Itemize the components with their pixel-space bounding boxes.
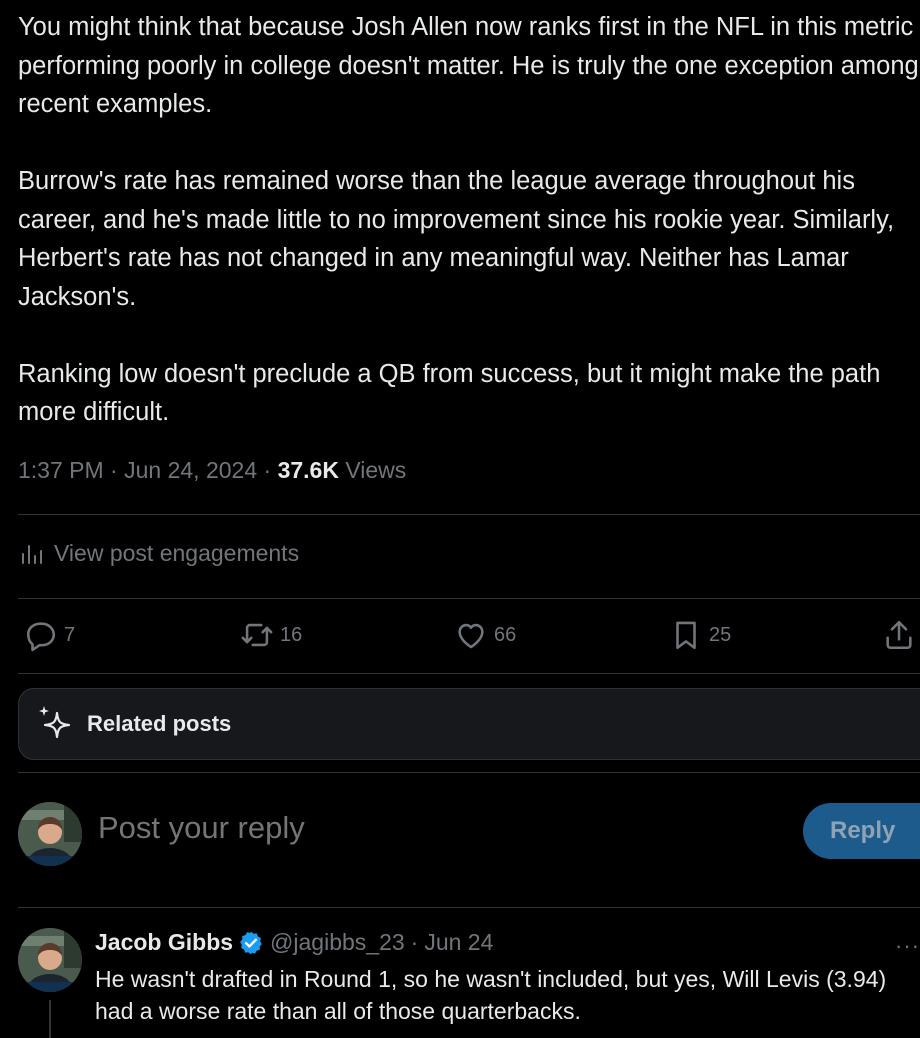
related-posts-button[interactable]: Related posts — [18, 688, 920, 760]
post-paragraph: You might think that because Josh Allen … — [18, 13, 919, 118]
divider — [18, 598, 920, 599]
reply-action-button[interactable]: 7 — [24, 618, 75, 652]
avatar[interactable] — [18, 802, 82, 866]
view-engagements-label: View post engagements — [54, 540, 300, 566]
reply-input[interactable] — [98, 810, 658, 846]
repost-action-button[interactable]: 16 — [240, 618, 302, 652]
bookmark-count: 25 — [709, 623, 732, 646]
share-icon — [886, 620, 912, 650]
reply-text: He wasn't drafted in Round 1, so he wasn… — [95, 966, 887, 1024]
reply-author-name[interactable]: Jacob Gibbs — [95, 929, 233, 956]
more-options-icon[interactable]: ··· — [895, 933, 920, 959]
post-paragraph: Ranking low doesn't preclude a QB from s… — [18, 359, 881, 427]
post-time[interactable]: 1:37 PM — [18, 457, 104, 483]
divider — [18, 673, 920, 674]
view-engagements-link[interactable]: View post engagements — [20, 540, 299, 567]
post-paragraph: Burrow's rate has remained worse than th… — [18, 167, 895, 311]
reply-author-avatar[interactable] — [18, 928, 82, 992]
heart-icon — [458, 623, 484, 649]
post-metadata: 1:37 PM · Jun 24, 2024 · 37.6K Views — [18, 457, 407, 483]
views-count: 37.6K — [277, 457, 339, 483]
reply-separator: · — [410, 929, 419, 955]
post-text: You might think that because Josh Allen … — [18, 8, 920, 432]
bar-chart-icon — [22, 544, 42, 564]
reply-icon — [26, 622, 56, 652]
related-posts-label: Related posts — [87, 711, 232, 736]
like-count: 66 — [494, 623, 517, 646]
bookmark-action-button[interactable]: 25 — [669, 618, 731, 652]
reply-date[interactable]: Jun 24 — [424, 929, 493, 956]
verified-badge-icon — [240, 931, 262, 954]
repost-count: 16 — [280, 623, 303, 646]
thread-line — [49, 1000, 51, 1038]
reply-header: Jacob Gibbs @jagibbs_23 · Jun 24 — [95, 929, 493, 956]
divider — [18, 907, 920, 908]
bookmark-icon — [676, 621, 696, 650]
share-action-button[interactable] — [882, 618, 916, 652]
reply-author-handle[interactable]: @jagibbs_23 — [270, 929, 405, 956]
divider — [18, 772, 920, 773]
views-label: Views — [345, 457, 407, 483]
action-bar: 7 16 66 25 — [24, 618, 920, 658]
post-date[interactable]: Jun 24, 2024 — [124, 457, 257, 483]
reply-button[interactable]: Reply — [803, 803, 920, 859]
reply-count: 7 — [64, 623, 76, 646]
like-action-button[interactable]: 66 — [454, 618, 516, 652]
divider — [18, 514, 920, 515]
repost-icon — [241, 623, 273, 647]
sparkle-icon — [39, 706, 71, 739]
